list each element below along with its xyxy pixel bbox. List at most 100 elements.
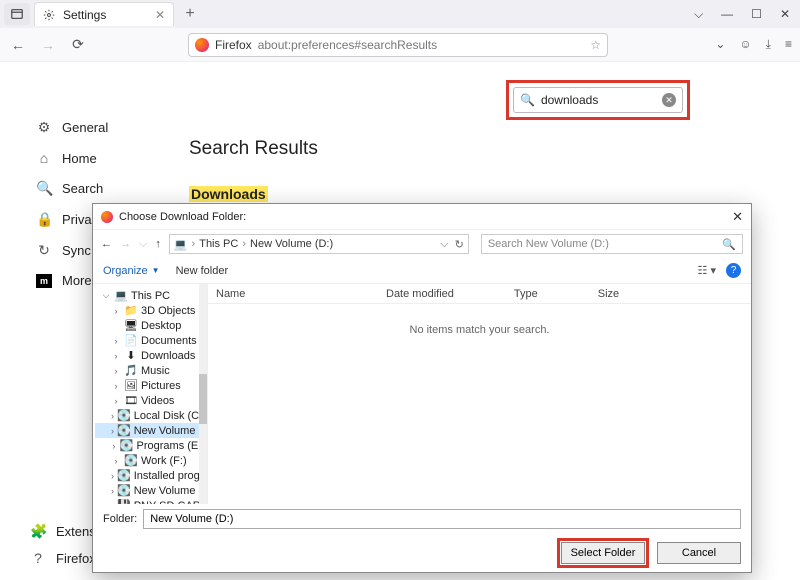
breadcrumb-pc[interactable]: This PC [199,238,238,250]
chevron-icon[interactable]: › [111,486,114,496]
close-icon[interactable]: ✕ [780,7,790,22]
tree-node[interactable]: 🖥Desktop [95,318,207,333]
col-size[interactable]: Size [598,288,679,300]
section-downloads: Downloads [189,186,268,202]
tree-label: This PC [131,290,170,302]
chevron-icon[interactable]: › [111,306,121,316]
organize-menu[interactable]: Organize▼ [103,265,160,277]
help-icon[interactable]: ? [726,263,741,278]
forward-icon[interactable]: → [38,37,58,53]
chevron-down-icon: ▼ [152,266,160,275]
chevron-icon[interactable]: › [111,381,121,391]
pocket-icon[interactable]: ⌄ [715,37,725,52]
url-bar[interactable]: Firefox about:preferences#searchResults … [188,33,608,57]
sidebar-item-general[interactable]: ⚙General [30,112,171,143]
maximize-icon[interactable]: ☐ [751,7,762,22]
chevron-icon[interactable]: › [111,366,121,376]
tree-node[interactable]: ›💽Installed progra [95,468,207,483]
tree-node[interactable]: ›💽New Volume (D: [95,423,207,438]
col-name[interactable]: Name [216,288,386,300]
nav-recent-icon[interactable]: ⌵ [139,238,147,251]
folder-name-input[interactable] [143,509,741,529]
separator-icon: › [242,238,246,250]
cancel-button[interactable]: Cancel [657,542,741,564]
tree-node[interactable]: ›💽Local Disk (C:) [95,408,207,423]
highlight-search: 🔍 downloads ✕ [506,80,690,120]
sidebar-item-home[interactable]: ⌂Home [30,143,171,173]
bookmark-star-icon[interactable]: ☆ [590,38,601,52]
col-date[interactable]: Date modified [386,288,514,300]
download-icon[interactable]: ⤓ [766,37,771,52]
chevron-icon[interactable]: › [111,501,114,505]
chevron-icon[interactable]: › [111,456,121,466]
preferences-search-input[interactable]: 🔍 downloads ✕ [513,87,683,113]
tree-label: Music [141,365,170,377]
folder-icon: 💻 [114,289,128,302]
chevron-icon[interactable]: › [111,426,114,436]
breadcrumb-drive[interactable]: New Volume (D:) [250,238,333,250]
tree-node[interactable]: ›🖼Pictures [95,378,207,393]
dialog-close-icon[interactable]: ✕ [732,209,743,225]
clear-search-icon[interactable]: ✕ [662,93,676,107]
tree-node[interactable]: ›💽Work (F:) [95,453,207,468]
search-icon: 🔍 [36,180,52,197]
chevron-icon[interactable]: › [111,336,121,346]
select-folder-button[interactable]: Select Folder [561,542,645,564]
tree-node[interactable]: ›📁3D Objects [95,303,207,318]
url-prefix: Firefox [215,38,252,52]
lock-icon: 🔒 [36,211,52,228]
col-type[interactable]: Type [514,288,598,300]
folder-icon: 🎵 [124,364,138,377]
refresh-icon[interactable]: ↻ [455,238,464,251]
dialog-search-input[interactable]: Search New Volume (D:) 🔍 [481,234,743,254]
new-tab-button[interactable]: + [178,2,202,26]
tree-label: Programs (E:) [137,440,205,452]
chevron-icon[interactable]: › [111,441,117,451]
sidebar-item-label: Search [62,181,103,196]
minimize-icon[interactable]: — [721,7,733,22]
folder-icon: 💽 [120,439,134,452]
tree-node[interactable]: ›💾PNY SD CARD (J [95,498,207,504]
tree-node[interactable]: ›🎵Music [95,363,207,378]
chevron-down-icon[interactable]: ⌵ [694,7,703,22]
tree-node[interactable]: ›⬇Downloads [95,348,207,363]
tree-node[interactable]: ›📄Documents [95,333,207,348]
sidebar-item-search[interactable]: 🔍 Search [30,173,171,204]
highlight-select-folder: Select Folder [557,538,649,568]
menu-icon[interactable]: ≡ [785,37,792,52]
new-folder-button[interactable]: New folder [176,265,229,277]
separator-icon: › [192,238,196,250]
tree-node[interactable]: ⌵💻This PC [95,288,207,303]
empty-message: No items match your search. [208,324,751,336]
mozilla-icon: m [36,274,52,288]
chevron-icon[interactable]: › [111,351,121,361]
chevron-icon[interactable]: › [111,396,121,406]
reload-icon[interactable]: ⟳ [68,36,88,53]
folder-icon: 💽 [117,469,131,482]
nav-up-icon[interactable]: ↑ [155,238,161,250]
back-icon[interactable]: ← [8,37,28,53]
tab-settings[interactable]: Settings ✕ [34,2,174,26]
tab-title: Settings [63,8,106,22]
scrollbar-thumb[interactable] [199,374,207,424]
pinned-tab[interactable] [4,3,30,25]
tree-label: Work (F:) [141,455,187,467]
chevron-icon[interactable]: ⌵ [101,290,111,301]
nav-forward-icon[interactable]: → [120,238,131,250]
breadcrumb[interactable]: 💻 › This PC › New Volume (D:) ⌵↻ [169,234,469,254]
view-options-icon[interactable]: ☷ ▾ [698,264,716,277]
chevron-down-icon[interactable]: ⌵ [440,238,448,251]
chevron-icon[interactable]: › [111,411,114,421]
folder-icon: 🖥 [124,319,138,332]
column-headers[interactable]: Name Date modified Type Size [208,284,751,304]
tab-close-icon[interactable]: ✕ [155,8,165,22]
account-icon[interactable]: ☺ [739,37,751,52]
url-text: about:preferences#searchResults [258,38,437,52]
tree-node[interactable]: ›💽Programs (E:) [95,438,207,453]
chevron-icon[interactable]: › [111,471,114,481]
window-icon [10,7,24,21]
folder-tree[interactable]: ⌵💻This PC›📁3D Objects🖥Desktop›📄Documents… [93,284,208,504]
tree-node[interactable]: ›💽New Volume (H [95,483,207,498]
nav-back-icon[interactable]: ← [101,238,112,250]
tree-node[interactable]: ›🎞Videos [95,393,207,408]
